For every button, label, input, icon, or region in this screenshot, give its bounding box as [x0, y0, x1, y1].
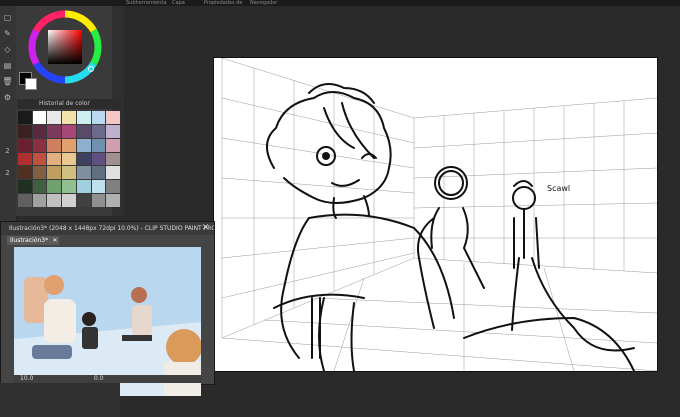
palette-swatch[interactable]	[18, 194, 32, 207]
palette-swatch[interactable]	[106, 194, 120, 207]
palette-swatch[interactable]	[91, 111, 106, 124]
palette-swatch[interactable]	[47, 180, 62, 194]
sketch-caption: Scawl	[547, 184, 570, 193]
palette-swatch[interactable]	[18, 111, 32, 124]
palette-swatch[interactable]	[106, 180, 120, 194]
palette-swatch[interactable]	[18, 180, 32, 194]
palette-swatch[interactable]	[18, 166, 32, 180]
palette-swatch[interactable]	[47, 152, 62, 166]
preview-window[interactable]: Ilustración3* (2048 x 1448px 72dpi 10.0%…	[0, 221, 215, 396]
palette-swatch[interactable]	[91, 194, 106, 207]
brush-icon[interactable]: ✎	[2, 28, 13, 39]
palette-swatch[interactable]	[91, 124, 106, 138]
palette-swatch[interactable]	[76, 138, 91, 152]
zoom-value[interactable]: 10.0	[20, 375, 33, 383]
palette-swatch[interactable]	[76, 166, 91, 180]
trash-icon[interactable]: 🗑	[2, 76, 13, 87]
preview-window-title: Ilustración3* (2048 x 1448px 72dpi 10.0%…	[1, 222, 214, 235]
palette-swatch[interactable]	[32, 194, 47, 207]
palette-swatch[interactable]	[47, 138, 62, 152]
palette-swatch[interactable]	[62, 111, 76, 124]
palette-swatch[interactable]	[18, 152, 32, 166]
preview-illustration	[14, 247, 201, 396]
drawing-canvas[interactable]: Scawl	[213, 57, 658, 372]
palette-swatch[interactable]	[106, 152, 120, 166]
palette-swatch[interactable]	[62, 180, 76, 194]
bottom-left-panel	[0, 383, 120, 417]
palette-swatch[interactable]	[18, 138, 32, 152]
palette-swatch[interactable]	[32, 166, 47, 180]
palette-swatch[interactable]	[47, 194, 62, 207]
side-label-2: 2	[5, 169, 10, 177]
background-color-swatch[interactable]	[25, 78, 37, 90]
color-history-header: Historial de color	[17, 99, 121, 109]
palette-swatch[interactable]	[32, 124, 47, 138]
fill-icon[interactable]: ▤	[2, 60, 13, 71]
sketch-drawing: Scawl	[221, 58, 657, 371]
palette-swatch[interactable]	[76, 111, 91, 124]
palette-swatch[interactable]	[62, 194, 76, 207]
palette-swatch[interactable]	[32, 111, 47, 124]
palette-swatch[interactable]	[76, 180, 91, 194]
close-icon[interactable]: ✕	[200, 223, 211, 234]
color-history-palette[interactable]	[18, 111, 120, 207]
eraser-icon[interactable]: ◇	[2, 44, 13, 55]
layer-icon[interactable]: ▢	[2, 12, 13, 23]
palette-swatch[interactable]	[62, 166, 76, 180]
palette-swatch[interactable]	[62, 138, 76, 152]
palette-swatch[interactable]	[62, 124, 76, 138]
palette-swatch[interactable]	[106, 124, 120, 138]
palette-swatch[interactable]	[91, 166, 106, 180]
palette-swatch[interactable]	[91, 180, 106, 194]
palette-swatch[interactable]	[76, 152, 91, 166]
tab-close-icon[interactable]: ✕	[51, 236, 59, 245]
palette-swatch[interactable]	[32, 180, 47, 194]
palette-swatch[interactable]	[47, 111, 62, 124]
palette-swatch[interactable]	[91, 138, 106, 152]
palette-swatch[interactable]	[106, 138, 120, 152]
palette-swatch[interactable]	[32, 152, 47, 166]
angle-value[interactable]: 0.0	[94, 375, 104, 383]
palette-swatch[interactable]	[62, 152, 76, 166]
palette-swatch[interactable]	[47, 124, 62, 138]
palette-swatch[interactable]	[76, 124, 91, 138]
side-label-1: 2	[5, 147, 10, 155]
palette-swatch[interactable]	[76, 194, 91, 207]
palette-swatch[interactable]	[47, 166, 62, 180]
palette-swatch[interactable]	[106, 166, 120, 180]
palette-swatch[interactable]	[18, 124, 32, 138]
palette-swatch[interactable]	[91, 152, 106, 166]
color-wheel[interactable]	[28, 10, 102, 84]
palette-swatch[interactable]	[32, 138, 47, 152]
palette-swatch[interactable]	[106, 111, 120, 124]
preview-status-bar: 10.0 0.0	[14, 375, 201, 383]
settings-icon[interactable]: ⚙	[2, 92, 13, 103]
